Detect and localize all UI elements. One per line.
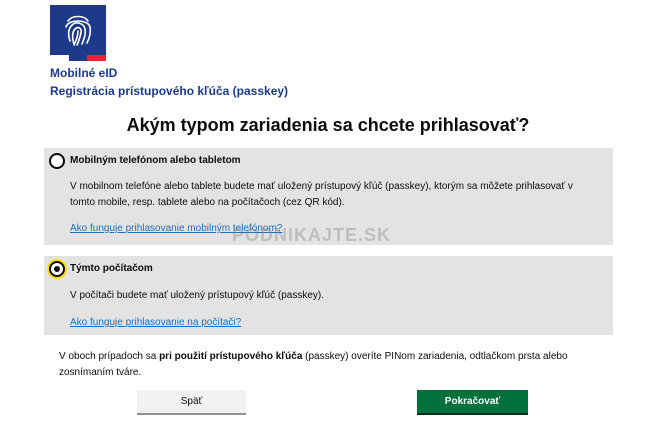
flag-white <box>50 55 69 61</box>
option-computer[interactable]: Týmto počítačom V počítači budete mať ul… <box>44 256 613 335</box>
note-text-start: V oboch prípadoch sa <box>59 351 160 362</box>
flag-blue <box>68 55 88 61</box>
flag-strip <box>50 55 107 61</box>
continue-button[interactable]: Pokračovať <box>417 390 528 413</box>
option-computer-description: V počítači budete mať uložený prístupový… <box>70 290 325 301</box>
page-title: Akým typom zariadenia sa chcete prihlaso… <box>126 115 530 135</box>
verification-note: V oboch prípadoch sa pri použití prístup… <box>59 349 599 381</box>
option-mobile-label[interactable]: Mobilným telefónom alebo tabletom <box>70 155 241 166</box>
radio-selected-dot <box>54 266 60 272</box>
radio-mobile[interactable] <box>49 153 65 169</box>
mobile-help-link[interactable]: Ako funguje prihlasovanie mobilným telef… <box>70 223 282 234</box>
eid-logo <box>50 5 107 61</box>
flag-red <box>87 55 107 61</box>
option-mobile-description: V mobilnom telefóne alebo tablete budete… <box>70 181 573 208</box>
computer-help-link[interactable]: Ako funguje prihlasovanie na počítači? <box>70 317 241 328</box>
option-mobile[interactable]: Mobilným telefónom alebo tabletom V mobi… <box>44 148 613 245</box>
app-subtitle: Registrácia prístupového kľúča (passkey) <box>50 84 289 98</box>
radio-computer[interactable] <box>49 261 65 277</box>
note-text-bold: pri použití prístupového kľúča <box>159 351 303 362</box>
app-title: Mobilné eID <box>50 66 118 80</box>
fingerprint-icon <box>65 15 92 46</box>
option-computer-label[interactable]: Týmto počítačom <box>70 263 153 274</box>
back-button[interactable]: Späť <box>137 390 246 413</box>
